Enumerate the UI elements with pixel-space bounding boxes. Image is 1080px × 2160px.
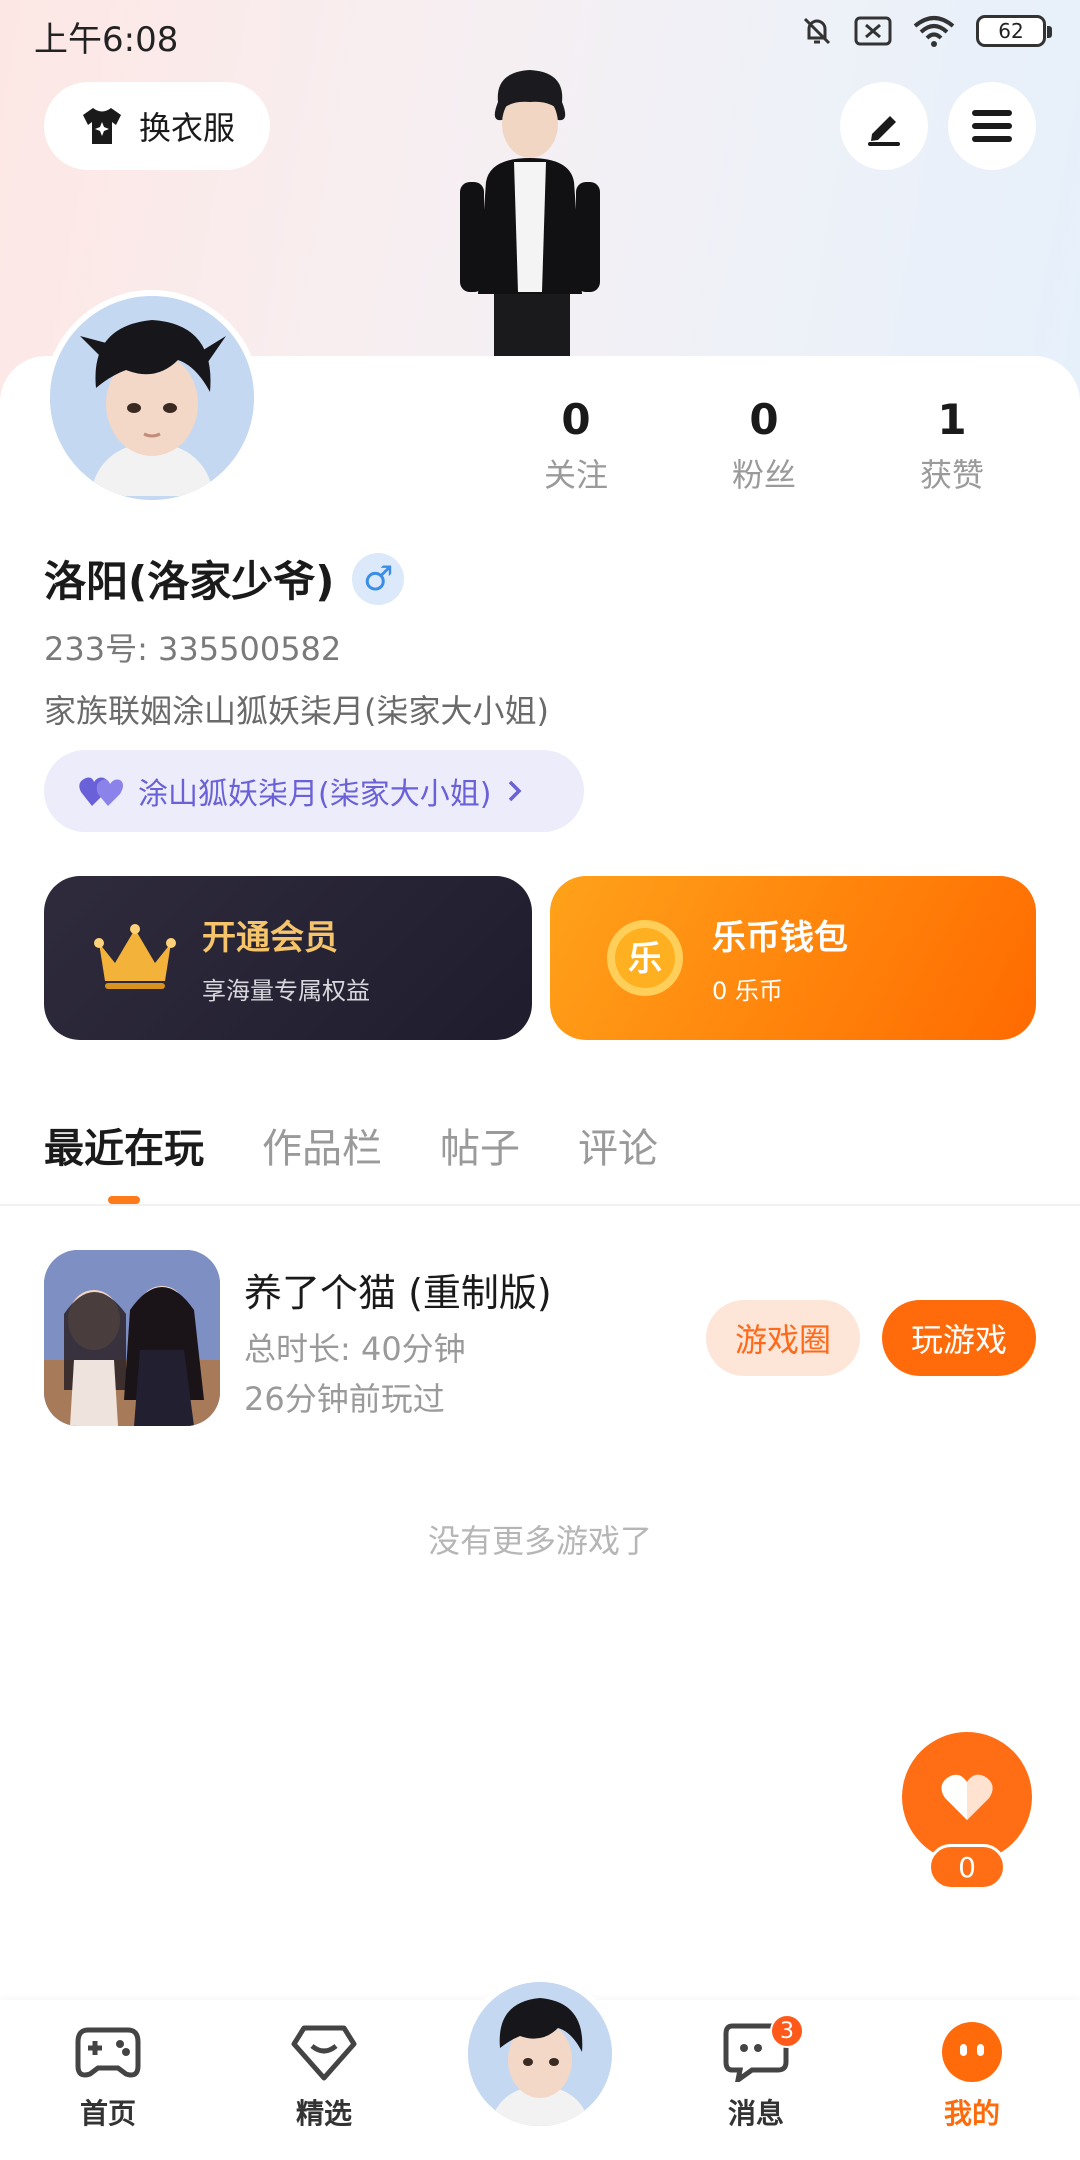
game-circle-button[interactable]: 游戏圈 — [706, 1300, 860, 1376]
double-heart-icon — [79, 777, 123, 806]
tab-comments[interactable]: 评论 — [578, 1116, 658, 1174]
3d-avatar-figure[interactable] — [440, 62, 620, 362]
edit-profile-button[interactable] — [840, 82, 928, 170]
recent-game-item[interactable]: 养了个猫 (重制版) 总时长: 40分钟 26分钟前玩过 游戏圈 玩游戏 — [44, 1250, 1036, 1426]
nav-avatar[interactable] — [462, 1976, 618, 2132]
game-title: 养了个猫 (重制版) — [244, 1271, 552, 1315]
fans-label: 粉丝 — [731, 456, 796, 494]
relation-label: 涂山狐妖柒月(柒家大小姐) — [138, 777, 492, 812]
nav-messages-label: 消息 — [727, 2097, 784, 2130]
profile-stats: 0 关注 0 粉丝 1 获赞 — [482, 392, 1046, 496]
coin-icon: 乐 — [607, 920, 683, 996]
nav-home-label: 首页 — [79, 2097, 136, 2130]
no-sim-icon — [854, 16, 892, 46]
status-icons: 62 — [800, 14, 1052, 48]
user-id[interactable]: 233号: 335500582 — [44, 624, 341, 670]
wallet-card[interactable]: 乐 乐币钱包 0 乐币 — [550, 876, 1036, 1040]
hamburger-menu-icon — [972, 110, 1012, 142]
like-button[interactable] — [902, 1732, 1032, 1862]
status-bar: 上午6:08 62 — [0, 0, 1080, 66]
user-bio: 家族联姻涂山狐妖柒月(柒家大小姐) — [44, 692, 549, 730]
battery-icon: 62 — [976, 15, 1052, 47]
coin-glyph: 乐 — [628, 939, 662, 979]
nav-home[interactable]: 首页 — [38, 2022, 178, 2132]
profile-tabs: 最近在玩 作品栏 帖子 评论 — [44, 1116, 658, 1204]
stat-following[interactable]: 0 关注 — [482, 392, 670, 496]
tab-works[interactable]: 作品栏 — [262, 1116, 382, 1174]
stat-fans[interactable]: 0 粉丝 — [670, 392, 858, 496]
fans-count: 0 — [749, 395, 779, 444]
male-gender-icon: ♂ — [352, 552, 405, 605]
vip-title: 开通会员 — [202, 918, 338, 958]
game-duration: 总时长: 40分钟 — [244, 1330, 466, 1368]
tab-posts[interactable]: 帖子 — [440, 1116, 520, 1174]
relation-chip[interactable]: 涂山狐妖柒月(柒家大小姐) — [44, 750, 584, 832]
tabs-divider — [0, 1204, 1080, 1206]
mute-bell-icon — [803, 17, 831, 45]
stat-likes[interactable]: 1 获赞 — [858, 392, 1046, 496]
menu-button[interactable] — [948, 82, 1036, 170]
nav-mine[interactable]: 我的 — [902, 2022, 1042, 2132]
heart-gem-icon — [291, 2025, 357, 2081]
chevron-right-icon — [509, 780, 522, 802]
battery-level: 62 — [998, 19, 1024, 43]
mine-face-icon — [942, 2022, 1002, 2082]
change-outfit-button[interactable]: 换衣服 — [44, 82, 270, 170]
messages-badge: 3 — [770, 2014, 804, 2048]
name-row: 洛阳(洛家少爷) ♂ — [44, 548, 405, 609]
wifi-icon — [913, 16, 955, 47]
heart-icon — [941, 1774, 993, 1820]
following-label: 关注 — [543, 456, 608, 494]
likes-count: 1 — [937, 395, 967, 444]
pen-icon — [868, 116, 900, 146]
status-time: 上午6:08 — [34, 20, 179, 60]
nav-featured[interactable]: 精选 — [254, 2022, 394, 2132]
change-outfit-label: 换衣服 — [138, 109, 235, 147]
game-thumbnail[interactable] — [44, 1250, 220, 1426]
likes-label: 获赞 — [919, 456, 984, 494]
nav-messages[interactable]: 3 消息 — [686, 2014, 826, 2132]
vip-card[interactable]: 开通会员 享海量专属权益 — [44, 876, 532, 1040]
nav-mine-label: 我的 — [943, 2097, 1000, 2130]
game-last-played: 26分钟前玩过 — [244, 1380, 445, 1418]
crown-icon — [94, 924, 176, 989]
tab-recently-played[interactable]: 最近在玩 — [44, 1116, 204, 1204]
like-count: 0 — [928, 1844, 1006, 1890]
gamepad-icon — [75, 2027, 141, 2078]
following-count: 0 — [561, 395, 591, 444]
tshirt-icon — [82, 108, 121, 144]
no-more-games-text: 没有更多游戏了 — [427, 1522, 652, 1560]
wallet-balance: 0 乐币 — [712, 977, 783, 1005]
play-game-button[interactable]: 玩游戏 — [882, 1300, 1036, 1376]
user-name: 洛阳(洛家少爷) — [44, 557, 335, 606]
nav-featured-label: 精选 — [295, 2097, 352, 2130]
wallet-title: 乐币钱包 — [712, 918, 848, 958]
vip-subtitle: 享海量专属权益 — [202, 977, 370, 1005]
profile-avatar[interactable] — [44, 290, 260, 506]
